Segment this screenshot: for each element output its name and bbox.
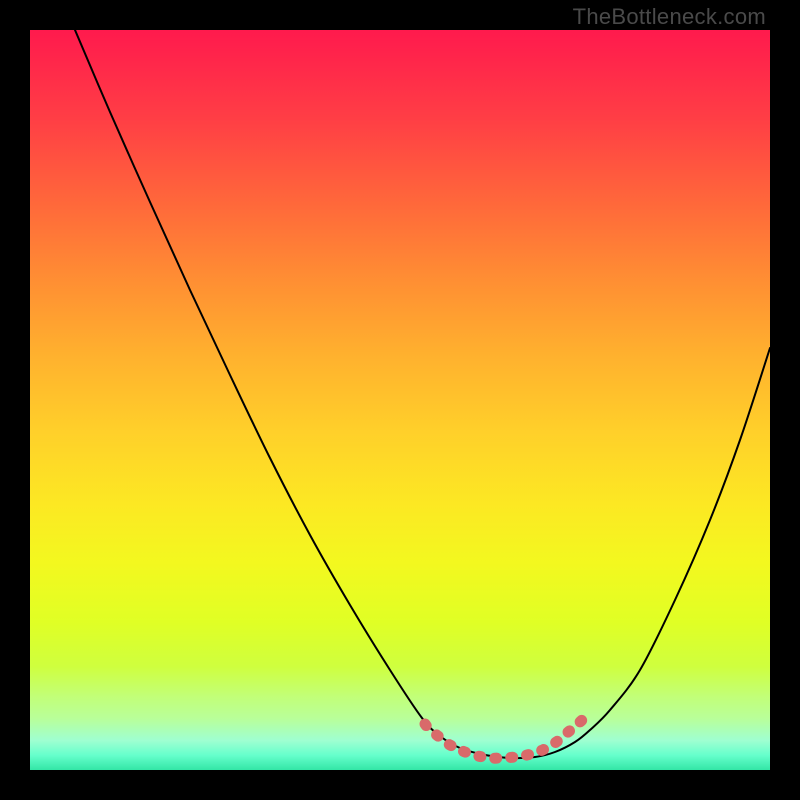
bottleneck-marker <box>425 712 590 758</box>
curve-svg <box>30 30 770 770</box>
plot-area <box>30 30 770 770</box>
watermark-label: TheBottleneck.com <box>573 4 766 30</box>
bottleneck-curve <box>75 30 770 758</box>
chart-frame: TheBottleneck.com <box>0 0 800 800</box>
